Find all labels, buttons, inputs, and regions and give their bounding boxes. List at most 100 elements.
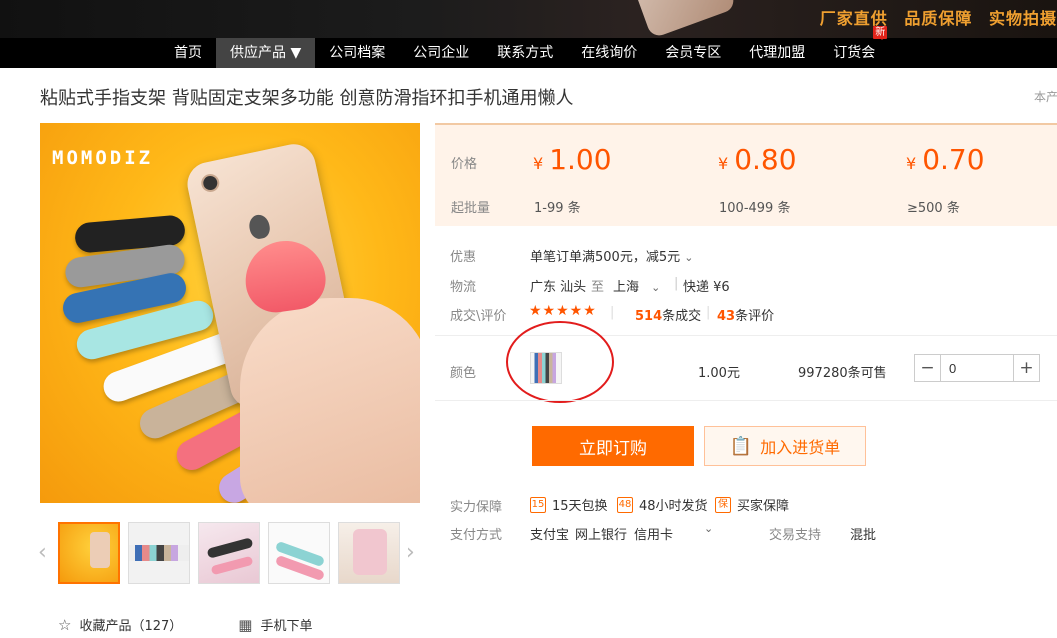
- price-tier-3: ¥0.70: [906, 143, 985, 176]
- nav-products[interactable]: 供应产品 ▼: [216, 38, 316, 68]
- logistics-label: 物流: [450, 280, 477, 295]
- nav-members[interactable]: 会员专区: [651, 38, 735, 68]
- deals-suffix: 条成交: [662, 309, 702, 324]
- nav-order-fair[interactable]: 订货会 新: [819, 26, 889, 68]
- qty-tier-3: ≥500 条: [907, 201, 960, 216]
- payment-online-bank: 网上银行: [575, 528, 628, 543]
- express-fee: 快递 ¥6: [683, 280, 730, 295]
- nav-order-fair-label: 订货会: [833, 45, 876, 61]
- guarantee-48h-shipping[interactable]: 48 48小时发货: [617, 495, 708, 514]
- trade-support-value: 混批: [850, 528, 877, 543]
- star-outline-icon: ☆: [58, 615, 72, 634]
- unit-price: 1.00元: [698, 366, 740, 381]
- quantity-input[interactable]: [941, 355, 1013, 381]
- nav-franchise[interactable]: 代理加盟: [735, 38, 819, 68]
- rating-stars-icon: ★★★★★: [529, 303, 597, 319]
- exchange-15-icon: 15: [530, 496, 546, 513]
- discount-label: 优惠: [450, 250, 477, 265]
- currency-symbol: ¥: [533, 154, 544, 173]
- nav-company[interactable]: 公司企业: [399, 38, 483, 68]
- qty-tier-1: 1-99 条: [534, 201, 581, 216]
- brand-logo: MOMODIZ: [52, 147, 154, 169]
- thumb-next-arrow-icon[interactable]: ›: [406, 540, 415, 565]
- hand-illustration: [240, 298, 420, 503]
- payment-chevron-down-icon[interactable]: ⌄: [704, 522, 713, 535]
- main-nav: 首页 供应产品 ▼ 公司档案 公司企业 联系方式 在线询价 会员专区 代理加盟 …: [0, 26, 1057, 68]
- nav-company-profile[interactable]: 公司档案: [315, 38, 399, 68]
- deals-count: 514: [635, 309, 663, 324]
- separator: |: [610, 305, 615, 320]
- top-banner: 厂家直供 品质保障 实物拍摄: [0, 0, 1057, 38]
- mobile-order-label: 手机下单: [260, 619, 313, 634]
- discount-value: 单笔订单满500元，减5元: [530, 250, 681, 265]
- price-box: 价格 起批量 ¥1.00 ¥0.80 ¥0.70 1-99 条 100-499 …: [435, 123, 1057, 226]
- ship-to-dropdown[interactable]: 上海 ⌄: [613, 276, 660, 295]
- price-tier-2: ¥0.80: [718, 143, 797, 176]
- chevron-down-icon: ⌄: [684, 251, 694, 264]
- discount-dropdown[interactable]: 单笔订单满500元，减5元 ⌄: [530, 246, 693, 265]
- qty-tier-2: 100-499 条: [719, 201, 791, 216]
- product-title: 粘贴式手指支架 背贴固定支架多功能 创意防滑指环扣手机通用懒人: [40, 88, 574, 109]
- thumb-prev-arrow-icon[interactable]: ‹: [38, 540, 47, 565]
- title-right-text: 本产: [1034, 90, 1057, 104]
- price-value: 1.00: [549, 143, 612, 176]
- currency-symbol: ¥: [906, 154, 917, 173]
- nav-contact[interactable]: 联系方式: [483, 38, 567, 68]
- slogan-3: 实物拍摄: [988, 9, 1057, 28]
- favorite-label: 收藏产品（127）: [79, 619, 183, 634]
- thumbnail-1[interactable]: [58, 522, 120, 584]
- banner-phone-image: [633, 0, 737, 38]
- guarantee-15day-exchange[interactable]: 15 15天包换: [530, 495, 608, 514]
- min-qty-label: 起批量: [451, 201, 491, 216]
- payment-label: 支付方式: [450, 528, 503, 543]
- stock-available: 997280条可售: [798, 366, 887, 381]
- clipboard-icon: 📋: [729, 435, 753, 456]
- main-product-image[interactable]: MOMODIZ: [40, 123, 420, 503]
- reviews-count: 43: [717, 309, 736, 324]
- price-tier-1: ¥1.00: [533, 143, 612, 176]
- price-label: 价格: [451, 157, 478, 172]
- favorite-button[interactable]: ☆ 收藏产品（127）: [58, 615, 183, 635]
- guarantee-buyer-protection[interactable]: 保 买家保障: [715, 495, 789, 514]
- guarantee-text: 48小时发货: [639, 499, 708, 514]
- separator: |: [674, 276, 679, 291]
- currency-symbol: ¥: [718, 154, 729, 173]
- nav-home[interactable]: 首页: [160, 38, 216, 68]
- mobile-order-button[interactable]: ▦ 手机下单: [238, 615, 313, 635]
- quantity-increase-button[interactable]: +: [1013, 355, 1039, 381]
- divider: [435, 400, 1057, 401]
- reviews-count-link[interactable]: 43条评价: [717, 305, 774, 324]
- payment-alipay: 支付宝: [530, 528, 570, 543]
- guarantee-text: 买家保障: [737, 499, 790, 514]
- banner-slogan: 厂家直供 品质保障 实物拍摄: [810, 5, 1057, 29]
- buyer-protection-icon: 保: [715, 496, 731, 513]
- color-label: 颜色: [450, 366, 477, 381]
- shipping-48-icon: 48: [617, 496, 633, 513]
- chevron-down-icon: ⌄: [651, 281, 661, 294]
- qr-code-icon: ▦: [238, 615, 253, 634]
- buy-now-button[interactable]: 立即订购: [532, 426, 694, 466]
- separator: |: [706, 305, 711, 320]
- thumbnail-3[interactable]: [198, 522, 260, 584]
- trade-support-label: 交易支持: [769, 528, 822, 543]
- thumbnail-2[interactable]: [128, 522, 190, 584]
- nav-inquiry[interactable]: 在线询价: [567, 38, 651, 68]
- red-circle-annotation: [506, 321, 614, 403]
- slogan-2: 品质保障: [904, 9, 973, 28]
- add-to-cart-button[interactable]: 📋 加入进货单: [704, 426, 866, 466]
- quantity-decrease-button[interactable]: −: [915, 355, 941, 381]
- thumbnail-strip: [58, 522, 408, 584]
- trade-review-label: 成交\评价: [450, 309, 507, 324]
- to-word: 至: [591, 280, 605, 295]
- price-value: 0.70: [922, 143, 985, 176]
- ship-to: 上海: [613, 280, 640, 295]
- thumbnail-5[interactable]: [338, 522, 400, 584]
- deals-count-link[interactable]: 514条成交: [635, 305, 701, 324]
- guarantee-label: 实力保障: [450, 500, 503, 515]
- thumbnail-4[interactable]: [268, 522, 330, 584]
- price-value: 0.80: [734, 143, 797, 176]
- ship-from: 广东 汕头: [530, 280, 587, 295]
- payment-credit-card: 信用卡: [634, 528, 674, 543]
- quantity-stepper: − +: [914, 354, 1040, 382]
- reviews-suffix: 条评价: [735, 309, 775, 324]
